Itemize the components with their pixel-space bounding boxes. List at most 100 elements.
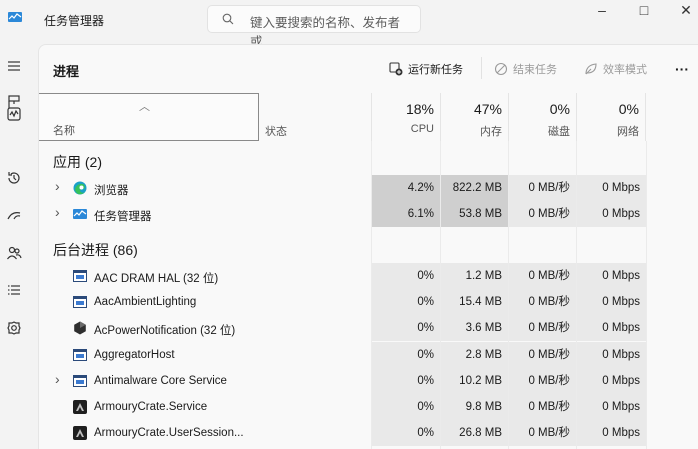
- process-name: 浏览器: [94, 185, 129, 197]
- cpu-label: CPU: [410, 123, 434, 135]
- process-name: Antimalware Core Service: [94, 374, 227, 387]
- process-disk: 0 MB/秒: [508, 201, 576, 227]
- run-new-task-label: 运行新任务: [408, 64, 463, 76]
- process-network: 0 Mbps: [576, 289, 646, 316]
- process-network: 0 Mbps: [576, 341, 646, 368]
- process-disk: 0 MB/秒: [508, 175, 576, 201]
- process-disk: 0 MB/秒: [508, 289, 576, 316]
- sort-caret-icon: ︿: [139, 101, 150, 113]
- more-icon: ···: [675, 61, 689, 77]
- process-network: 0 Mbps: [576, 201, 646, 227]
- column-header-disk[interactable]: 0% 磁盘: [508, 93, 576, 141]
- window-app-icon: [73, 269, 87, 283]
- process-row[interactable]: AacAmbientLighting 0% 15.4 MB 0 MB/秒 0 Mbps: [39, 289, 698, 316]
- expand-chevron-icon[interactable]: ›: [55, 204, 60, 220]
- column-header-network[interactable]: 0% 网络: [576, 93, 646, 141]
- search-icon: [222, 13, 234, 25]
- more-options-button[interactable]: ···: [675, 59, 689, 79]
- armoury-crate-icon: [73, 400, 87, 414]
- process-row[interactable]: AggregatorHost 0% 2.8 MB 0 MB/秒 0 Mbps: [39, 341, 698, 368]
- process-network: 0 Mbps: [576, 315, 646, 342]
- process-name: ArmouryCrate.UserSession...: [94, 427, 244, 440]
- expand-chevron-icon[interactable]: ›: [55, 178, 60, 194]
- network-total: 0%: [618, 101, 639, 117]
- nav-details[interactable]: [4, 280, 24, 300]
- maximize-button[interactable]: □: [624, 0, 664, 28]
- process-network: 0 Mbps: [576, 263, 646, 289]
- column-divider: [371, 141, 372, 449]
- nav-menu[interactable]: [4, 56, 24, 76]
- process-cpu: 0%: [371, 263, 440, 289]
- disk-label: 磁盘: [548, 126, 570, 138]
- run-new-task-button[interactable]: 运行新任务: [389, 59, 463, 79]
- process-disk: 0 MB/秒: [508, 367, 576, 394]
- column-header-memory[interactable]: 47% 内存: [440, 93, 508, 141]
- details-icon: [8, 285, 20, 295]
- efficiency-mode-label: 效率模式: [603, 64, 647, 76]
- process-name: AggregatorHost: [94, 348, 175, 361]
- nav-startup[interactable]: [4, 205, 24, 225]
- column-divider: [576, 141, 577, 449]
- hexagon-icon: [73, 321, 87, 335]
- process-cpu: 0%: [371, 289, 440, 316]
- column-divider: [440, 141, 441, 449]
- hamburger-icon: [8, 61, 20, 71]
- memory-label: 内存: [480, 126, 502, 138]
- process-disk: 0 MB/秒: [508, 341, 576, 368]
- end-task-label: 结束任务: [513, 64, 557, 76]
- process-cpu: 4.2%: [371, 175, 440, 201]
- process-row[interactable]: › Antimalware Core Service 0% 10.2 MB 0 MB/秒…: [39, 367, 698, 394]
- process-name: ArmouryCrate.Service: [94, 401, 208, 413]
- process-row[interactable]: ArmouryCrate.Service 0% 9.8 MB 0 MB/秒 0 Mbps: [39, 394, 698, 420]
- process-row[interactable]: ArmouryCrate.UserSession... 0% 26.8 MB 0 MB…: [39, 420, 698, 447]
- column-header-status[interactable]: 状态: [261, 93, 371, 141]
- history-icon: [8, 172, 20, 184]
- leaf-icon: [585, 63, 597, 75]
- run-task-icon: [389, 62, 403, 76]
- column-header-cpu[interactable]: 18% CPU: [371, 93, 440, 141]
- process-memory: 15.4 MB: [440, 289, 508, 316]
- cpu-total: 18%: [405, 101, 434, 117]
- process-memory: 1.2 MB: [440, 263, 508, 289]
- process-disk: 0 MB/秒: [508, 263, 576, 289]
- window-app-icon: [73, 295, 87, 309]
- minimize-button[interactable]: –: [582, 0, 622, 28]
- process-row[interactable]: › 任务管理器 6.1% 53.8 MB 0 MB/秒 0 Mbps: [39, 201, 698, 227]
- startup-icon: [7, 212, 21, 220]
- end-task-button[interactable]: 结束任务: [494, 59, 557, 79]
- efficiency-mode-button[interactable]: 效率模式: [584, 59, 647, 79]
- process-name: AcPowerNotification (32 位): [94, 325, 236, 338]
- nav-users[interactable]: [4, 243, 24, 263]
- column-status-label: 状态: [265, 126, 287, 138]
- search-box[interactable]: 键入要搜索的名称、发布者或...: [207, 5, 421, 49]
- nav-services[interactable]: [4, 318, 24, 338]
- minimize-icon: –: [598, 2, 606, 18]
- column-name-label: 名称: [53, 125, 75, 137]
- process-disk: 0 MB/秒: [508, 394, 576, 420]
- expand-chevron-icon[interactable]: ›: [55, 371, 60, 387]
- process-name: AacAmbientLighting: [94, 296, 197, 309]
- process-memory: 53.8 MB: [440, 201, 508, 227]
- process-row[interactable]: › 浏览器 4.2% 822.2 MB 0 MB/秒 0 Mbps: [39, 175, 698, 201]
- nav-performance[interactable]: [4, 104, 24, 124]
- close-button[interactable]: ✕: [666, 0, 698, 28]
- performance-icon: [7, 107, 21, 121]
- process-row[interactable]: AAC DRAM HAL (32 位) 0% 1.2 MB 0 MB/秒 0 Mbps: [39, 263, 698, 289]
- process-memory: 822.2 MB: [440, 175, 508, 201]
- close-icon: ✕: [680, 2, 692, 18]
- network-label: 网络: [617, 126, 639, 138]
- processes-panel: 进程 运行新任务 结束任务 效率模式 ··· ︿ 名称 状态 18% CPU 4…: [38, 44, 698, 449]
- app-title: 任务管理器: [44, 14, 105, 28]
- task-manager-logo-icon: [8, 12, 22, 22]
- process-row[interactable]: AcPowerNotification (32 位) 0% 3.6 MB 0 MB/秒…: [39, 315, 698, 342]
- column-divider: [508, 141, 509, 449]
- group-title-background: 后台进程 (86): [53, 242, 138, 258]
- nav-app-history[interactable]: [4, 168, 24, 188]
- process-memory: 10.2 MB: [440, 367, 508, 394]
- process-cpu: 0%: [371, 394, 440, 420]
- column-header-name[interactable]: ︿ 名称: [39, 93, 259, 141]
- column-divider: [646, 141, 647, 449]
- window-app-icon: [73, 348, 87, 362]
- page-title: 进程: [53, 64, 80, 79]
- window-app-icon: [73, 374, 87, 388]
